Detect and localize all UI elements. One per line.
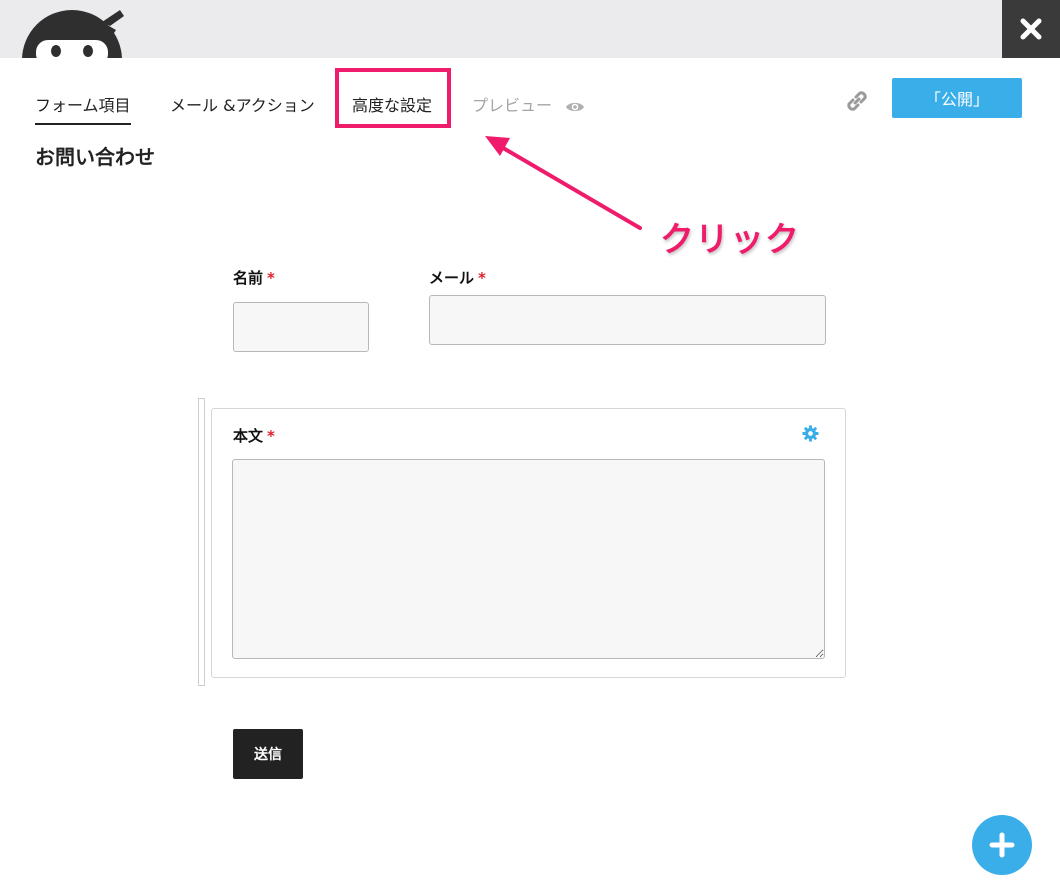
required-mark: * <box>478 269 486 287</box>
email-field-label: メール * <box>429 267 486 288</box>
form-title: お問い合わせ <box>35 145 155 169</box>
email-label-text: メール <box>429 269 475 287</box>
top-bar <box>0 0 1060 58</box>
annotation-label: クリック <box>660 220 800 260</box>
close-button[interactable] <box>1002 0 1060 58</box>
body-label-text: 本文 <box>233 427 264 445</box>
annotation-highlight-box <box>335 68 451 128</box>
tab-email-actions[interactable]: メール &アクション <box>170 92 315 116</box>
plus-icon <box>989 832 1015 858</box>
required-mark: * <box>267 427 275 445</box>
gear-icon <box>802 425 819 442</box>
tab-form-fields[interactable]: フォーム項目 <box>35 92 131 125</box>
tab-preview-label: プレビュー <box>472 96 553 115</box>
name-input[interactable] <box>233 302 369 352</box>
eye-icon <box>566 102 585 112</box>
tab-preview[interactable]: プレビュー <box>472 92 585 116</box>
add-field-button[interactable] <box>972 815 1032 875</box>
name-field-label: 名前 * <box>233 267 275 288</box>
link-icon <box>847 91 867 111</box>
body-textarea[interactable] <box>232 459 825 659</box>
ninja-logo-icon <box>16 8 128 58</box>
body-field-label: 本文 * <box>233 425 275 446</box>
close-icon <box>1020 18 1042 40</box>
field-drag-handle[interactable] <box>198 398 205 686</box>
link-button[interactable] <box>842 86 872 120</box>
name-label-text: 名前 <box>233 269 264 287</box>
field-settings-button[interactable] <box>802 425 819 446</box>
publish-button[interactable]: 「公開」 <box>892 78 1022 118</box>
required-mark: * <box>267 269 275 287</box>
submit-button[interactable]: 送信 <box>233 729 303 779</box>
email-input[interactable] <box>429 295 826 345</box>
